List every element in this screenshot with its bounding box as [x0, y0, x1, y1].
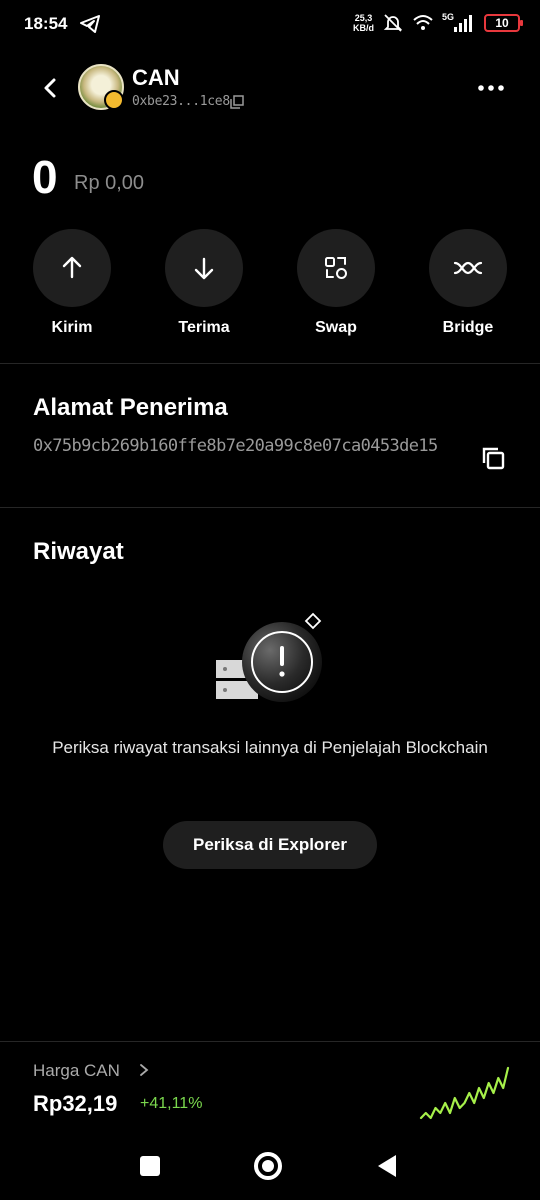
bnb-chain-badge — [104, 90, 124, 110]
bridge-button-circle[interactable] — [429, 229, 507, 307]
alarm-off-icon — [383, 14, 403, 32]
recent-apps-button[interactable] — [140, 1156, 160, 1176]
arrow-up-icon — [62, 256, 82, 279]
token-address: 0xbe23...1ce8 — [132, 94, 230, 109]
swap-label: Swap — [315, 319, 357, 336]
history-title: Riwayat — [33, 538, 124, 565]
swap-button[interactable]: Swap — [297, 229, 375, 337]
copy-icon[interactable] — [230, 95, 244, 109]
empty-history-text: Periksa riwayat transaksi lainnya di Pen… — [52, 738, 488, 757]
send-button-circle[interactable] — [33, 229, 111, 307]
balance-fiat: Rp 0,00 — [74, 172, 145, 194]
balance-amount: 0 — [32, 151, 58, 203]
price-label[interactable]: Harga CAN — [33, 1061, 120, 1081]
receive-button[interactable]: Terima — [165, 229, 243, 337]
sparkline-line — [419, 1066, 510, 1120]
copy-address-icon[interactable] — [480, 445, 506, 471]
recipient-title: Alamat Penerima — [33, 394, 228, 421]
divider — [0, 363, 540, 364]
status-time: 18:54 — [24, 14, 68, 33]
receive-button-circle[interactable] — [165, 229, 243, 307]
send-label: Kirim — [51, 319, 93, 336]
divider — [0, 1041, 540, 1042]
wifi-icon — [413, 15, 433, 30]
token-name: CAN — [132, 65, 180, 90]
receive-label: Terima — [178, 319, 230, 336]
telegram-icon — [80, 15, 100, 33]
back-button[interactable] — [36, 74, 64, 102]
arrow-down-icon — [194, 257, 214, 280]
price-sparkline — [419, 1066, 510, 1120]
network-speed: 25,3 KB/d — [353, 13, 374, 33]
bridge-button[interactable]: Bridge — [429, 229, 507, 337]
divider — [0, 507, 540, 508]
token-header: CAN 0xbe23...1ce8 — [0, 56, 540, 120]
status-icons: 25,3 KB/d 5G 10 — [353, 12, 523, 34]
more-options-button[interactable] — [476, 76, 506, 100]
recipient-address: 0x75b9cb269b160ffe8b7e20a99c8e07ca0453de… — [33, 436, 438, 456]
price-change: +41,11% — [140, 1095, 203, 1112]
signal-block: 5G — [442, 12, 476, 34]
bridge-label: Bridge — [442, 319, 494, 336]
swap-button-circle[interactable] — [297, 229, 375, 307]
empty-history-illustration — [216, 612, 322, 702]
battery-indicator: 10 — [484, 14, 523, 32]
status-bar: 18:54 25,3 KB/d 5G 10 — [0, 0, 540, 50]
home-button[interactable] — [254, 1152, 282, 1180]
bridge-icon — [453, 261, 483, 275]
swap-icon — [325, 257, 347, 279]
chevron-right-icon[interactable] — [138, 1063, 150, 1077]
signal-icon — [454, 15, 472, 32]
price-value: Rp32,19 — [33, 1091, 118, 1116]
nav-back-button[interactable] — [374, 1153, 398, 1179]
explorer-button[interactable]: Periksa di Explorer — [163, 821, 377, 869]
send-button[interactable]: Kirim — [33, 229, 111, 337]
